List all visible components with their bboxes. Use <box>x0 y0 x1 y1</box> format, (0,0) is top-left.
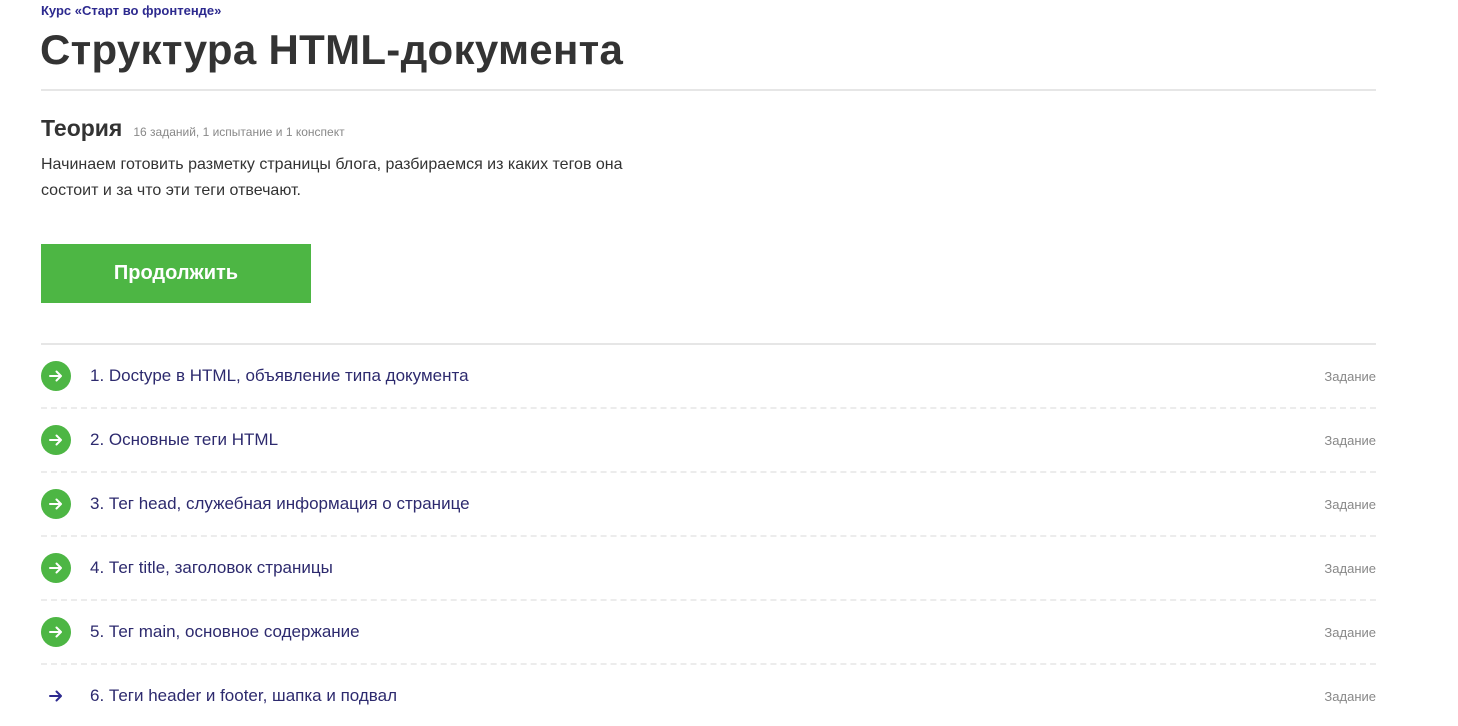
task-type: Задание <box>1324 688 1376 704</box>
section-title: Теория <box>41 115 123 141</box>
arrow-right-icon <box>41 489 71 519</box>
task-type: Задание <box>1324 624 1376 640</box>
task-label: 1. Doctype в HTML, объявление типа докум… <box>90 366 469 385</box>
arrow-right-icon <box>41 553 71 583</box>
task-type: Задание <box>1324 496 1376 512</box>
task-label: 6. Теги header и footer, шапка и подвал <box>90 686 397 705</box>
task-type: Задание <box>1324 432 1376 448</box>
task-label: 3. Тег head, служебная информация о стра… <box>90 494 470 513</box>
course-link[interactable]: Курс «Старт во фронтенде» <box>41 3 221 18</box>
title-divider <box>41 89 1376 91</box>
arrow-right-icon <box>41 425 71 455</box>
section-header: Теория 16 заданий, 1 испытание и 1 консп… <box>41 115 345 142</box>
task-type: Задание <box>1324 560 1376 576</box>
section-description: Начинаем готовить разметку страницы блог… <box>41 156 623 199</box>
task-label: 2. Основные теги HTML <box>90 430 279 449</box>
task-item[interactable]: 1. Doctype в HTML, объявление типа докум… <box>41 345 1376 409</box>
task-item[interactable]: 4. Тег title, заголовок страницы Задание <box>41 537 1376 601</box>
task-list: 1. Doctype в HTML, объявление типа докум… <box>41 345 1376 726</box>
arrow-right-icon <box>41 361 71 391</box>
task-type: Задание <box>1324 368 1376 384</box>
arrow-right-icon <box>41 681 71 711</box>
page: Курс «Старт во фронтенде» Структура HTML… <box>0 0 1458 726</box>
task-item[interactable]: 6. Теги header и footer, шапка и подвал … <box>41 665 1376 726</box>
task-item[interactable]: 3. Тег head, служебная информация о стра… <box>41 473 1376 537</box>
task-label: 4. Тег title, заголовок страницы <box>90 558 333 577</box>
arrow-right-icon <box>41 617 71 647</box>
task-item[interactable]: 5. Тег main, основное содержание Задание <box>41 601 1376 665</box>
section-meta: 16 заданий, 1 испытание и 1 конспект <box>133 125 345 139</box>
continue-button[interactable]: Продолжить <box>41 244 311 303</box>
page-title: Структура HTML-документа <box>40 26 624 73</box>
task-item[interactable]: 2. Основные теги HTML Задание <box>41 409 1376 473</box>
task-label: 5. Тег main, основное содержание <box>90 622 360 641</box>
